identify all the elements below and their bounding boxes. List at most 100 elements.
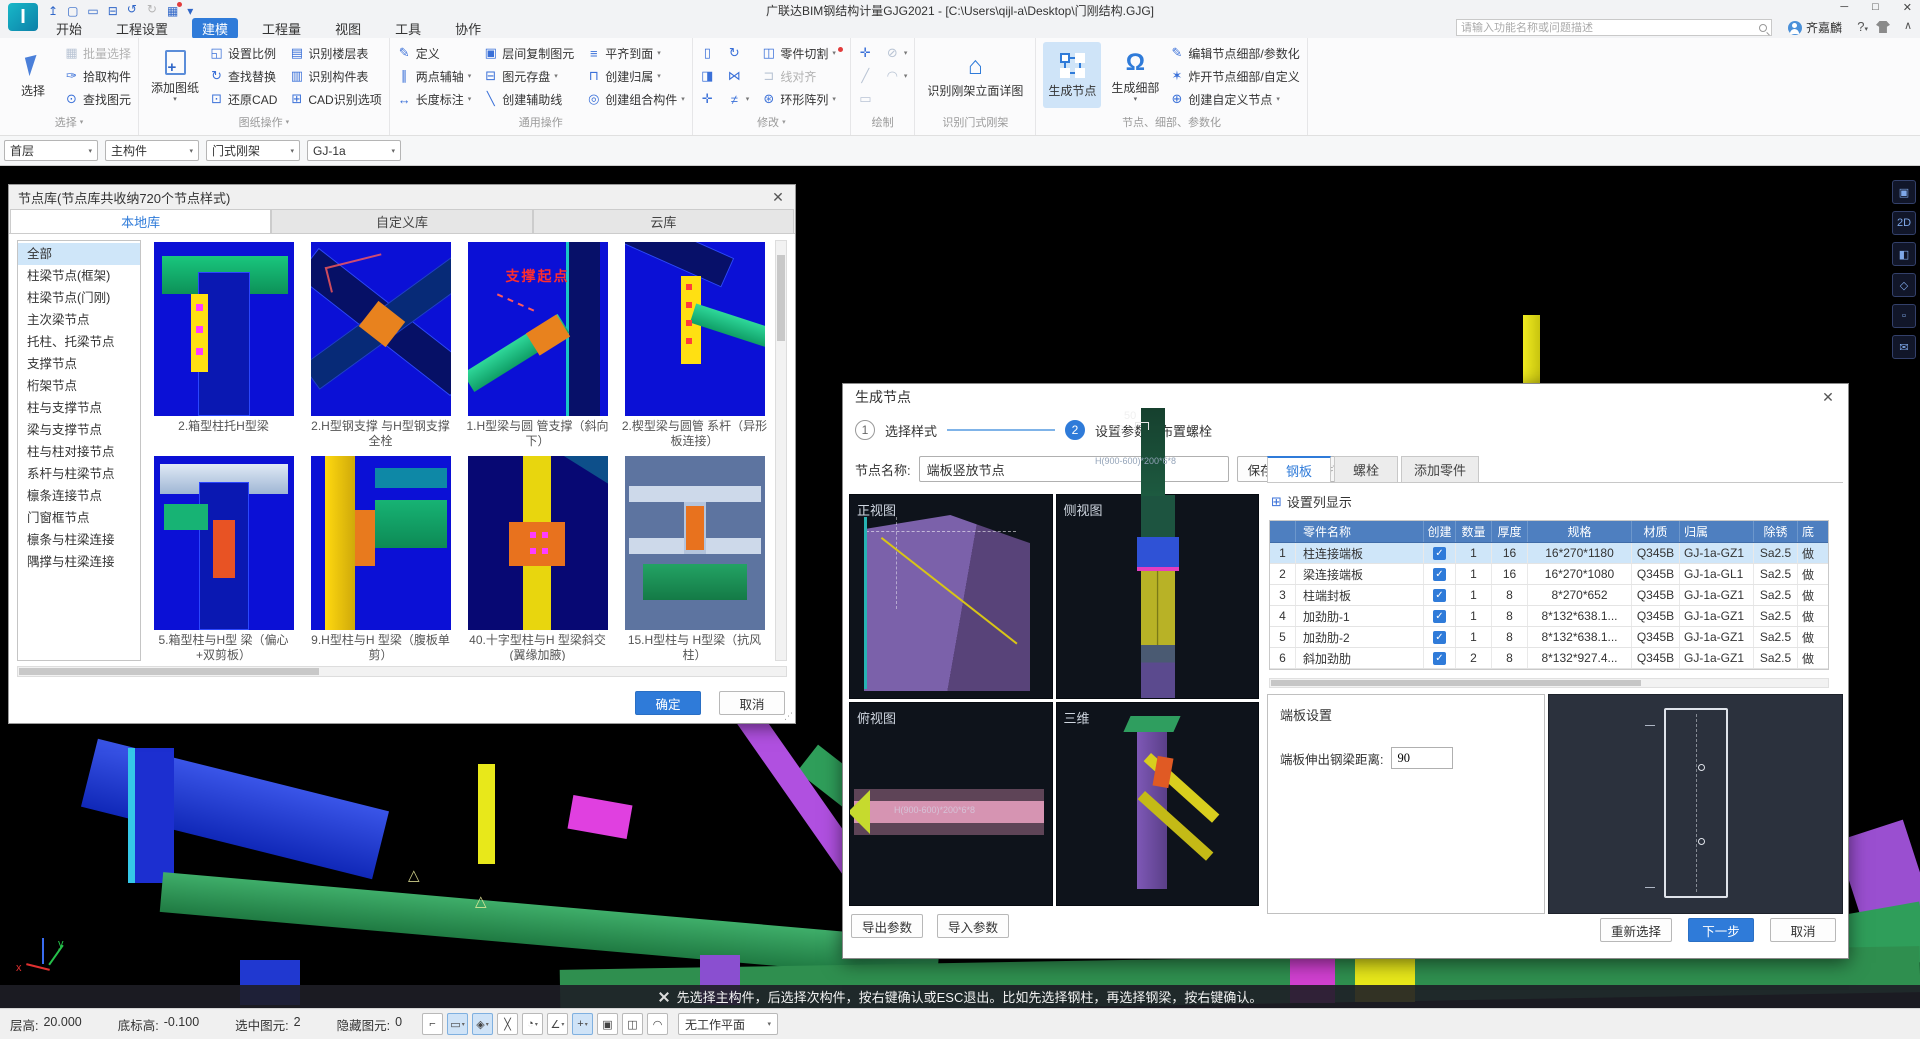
app-logo-icon[interactable]: I	[8, 3, 38, 31]
category-item[interactable]: 柱梁节点(框架)	[18, 265, 140, 287]
quick-access-button[interactable]: ↺	[127, 2, 138, 19]
group-label[interactable]: 节点、细部、参数化	[1043, 112, 1299, 132]
context-dropdown[interactable]: GJ-1a▾	[307, 140, 401, 161]
ok-button[interactable]: 确定	[635, 691, 701, 715]
parts-tab[interactable]: 添加零件	[1401, 456, 1479, 483]
node-style-item[interactable]: 40.十字型柱与H 型梁斜交(翼缘加腋)	[459, 454, 616, 661]
parts-tab[interactable]: 螺栓	[1334, 456, 1398, 483]
quick-access-button[interactable]: ▢	[67, 4, 78, 18]
checked-checkbox[interactable]	[1433, 652, 1446, 665]
help-menu[interactable]: ?▾	[1857, 19, 1868, 34]
ribbon-small-button[interactable]: ◠▾	[885, 65, 908, 87]
theme-skin-icon[interactable]	[1876, 21, 1890, 33]
group-label[interactable]: 识别门式刚架	[922, 112, 1028, 132]
generate-node-button[interactable]: 生成节点	[1043, 42, 1101, 108]
snap-tool-button[interactable]: ◔▾	[522, 1013, 543, 1035]
collapse-ribbon-icon[interactable]: ∧	[1904, 19, 1912, 32]
ribbon-small-button[interactable]: ≠▾	[727, 88, 750, 110]
category-item[interactable]: 门窗框节点	[18, 507, 140, 529]
menu-tab[interactable]: 建模	[192, 18, 238, 39]
ribbon-small-button[interactable]: ╲创建辅助线▾	[483, 88, 574, 110]
menu-tab[interactable]: 协作	[445, 18, 491, 39]
category-item[interactable]: 主次梁节点	[18, 309, 140, 331]
ribbon-small-button[interactable]: ▤识别楼层表▾	[289, 42, 381, 64]
menu-tab[interactable]: 开始	[46, 18, 92, 39]
context-dropdown[interactable]: 门式刚架▾	[206, 140, 300, 161]
group-label[interactable]: 绘制	[858, 112, 908, 132]
ribbon-small-button[interactable]: ◱设置比例▾	[209, 42, 277, 64]
table-row[interactable]: 6 斜加劲肋 2 8 8*132*927.4... Q345B GJ-1a-GZ…	[1270, 648, 1828, 669]
ribbon-small-button[interactable]: ▣层间复制图元▾	[483, 42, 574, 64]
scrollbar-thumb[interactable]	[19, 668, 319, 675]
view-tool-button[interactable]: ✉	[1892, 335, 1916, 359]
table-row[interactable]: 3 柱端封板 1 8 8*270*652 Q345B GJ-1a-GZ1 Sa2…	[1270, 585, 1828, 606]
category-item[interactable]: 全部	[18, 243, 140, 265]
group-label[interactable]: 选择▾	[7, 112, 131, 132]
quick-access-button[interactable]: ↥	[48, 4, 58, 18]
ribbon-small-button[interactable]: ▯▾	[700, 42, 715, 64]
node-style-item[interactable]: 2.箱型柱托H型梁	[145, 240, 302, 454]
maximize-button[interactable]: □	[1872, 1, 1879, 14]
ribbon-small-button[interactable]: ✎编辑节点细部/参数化▾	[1169, 42, 1299, 64]
ribbon-small-button[interactable]: ⋈▾	[727, 65, 750, 87]
ribbon-small-button[interactable]: ⊙查找图元▾	[64, 88, 131, 110]
view-tool-button[interactable]: ▫	[1892, 304, 1916, 328]
dialog-title-bar[interactable]: 节点库(节点库共收纳720个节点样式) ✕	[9, 185, 795, 209]
select-button[interactable]: 选择	[7, 42, 59, 108]
ribbon-small-button[interactable]: ⊐线对齐▾	[761, 65, 843, 87]
ribbon-small-button[interactable]: ▥识别构件表▾	[289, 65, 381, 87]
scrollbar-thumb[interactable]	[1271, 680, 1641, 686]
snap-tool-button[interactable]: ⌐▾	[422, 1013, 443, 1035]
export-params-button[interactable]: 导出参数	[851, 914, 923, 938]
category-item[interactable]: 隅撑与柱梁连接	[18, 551, 140, 573]
table-row[interactable]: 5 加劲肋-2 1 8 8*132*638.1... Q345B GJ-1a-G…	[1270, 627, 1828, 648]
cancel-button[interactable]: 取消	[1770, 918, 1836, 942]
view-tool-button[interactable]: ◇	[1892, 273, 1916, 297]
snap-tool-button[interactable]: ◫▾	[622, 1013, 643, 1035]
snap-tool-button[interactable]: ∠▾	[547, 1013, 568, 1035]
node-style-item[interactable]: 2.楔型梁与圆管 系杆（异形板连接）	[616, 240, 773, 454]
front-view[interactable]: 正视图	[849, 494, 1053, 699]
horizontal-scrollbar[interactable]	[17, 666, 787, 677]
close-icon[interactable]: ✕	[1820, 389, 1836, 406]
ribbon-small-button[interactable]: ⊛环形阵列▾	[761, 88, 843, 110]
ribbon-small-button[interactable]: ↻查找替换▾	[209, 65, 277, 87]
context-dropdown[interactable]: 首层▾	[4, 140, 98, 161]
ribbon-small-button[interactable]: ✶炸开节点细部/自定义▾	[1169, 65, 1299, 87]
import-params-button[interactable]: 导入参数	[937, 914, 1009, 938]
minimize-button[interactable]: ─	[1840, 1, 1848, 14]
category-item[interactable]: 檩条连接节点	[18, 485, 140, 507]
ribbon-small-button[interactable]: ↔长度标注▾	[397, 88, 472, 110]
side-view[interactable]: 侧视图	[1056, 494, 1260, 699]
ribbon-small-button[interactable]: ▭▾	[858, 88, 873, 110]
table-horizontal-scrollbar[interactable]	[1269, 678, 1829, 688]
table-row[interactable]: 2 梁连接端板 1 16 16*270*1080 Q345B GJ-1a-GL1…	[1270, 564, 1828, 585]
search-input[interactable]	[1461, 22, 1759, 34]
checked-checkbox[interactable]	[1433, 568, 1446, 581]
ribbon-small-button[interactable]: ◨▾	[700, 65, 715, 87]
table-row[interactable]: 1 柱连接端板 1 16 16*270*1180 Q345B GJ-1a-GZ1…	[1270, 543, 1828, 564]
view-tool-button[interactable]: 2D	[1892, 211, 1916, 235]
three-d-view[interactable]: 三维	[1056, 702, 1260, 907]
workplane-dropdown[interactable]: 无工作平面▾	[678, 1013, 778, 1035]
reselect-button[interactable]: 重新选择	[1600, 918, 1672, 942]
ribbon-small-button[interactable]: ∥两点辅轴▾	[397, 65, 472, 87]
library-tab[interactable]: 自定义库	[271, 209, 532, 233]
ribbon-small-button[interactable]: ▦批量选择▾	[64, 42, 131, 64]
category-item[interactable]: 梁与支撑节点	[18, 419, 140, 441]
group-label[interactable]: 修改▾	[700, 112, 843, 132]
ribbon-small-button[interactable]: ✛▾	[700, 88, 715, 110]
close-button[interactable]: ✕	[1903, 1, 1912, 14]
snap-tool-button[interactable]: ╳▾	[497, 1013, 518, 1035]
created-cell[interactable]	[1424, 585, 1456, 605]
library-tab[interactable]: 云库	[533, 209, 794, 233]
ribbon-small-button[interactable]: ◎创建组合构件▾	[586, 88, 685, 110]
top-view[interactable]: 俯视图 H(900-600)*200*6*8	[849, 702, 1053, 907]
node-style-item[interactable]: 支撑起点 1.H型梁与圆 管支撑（斜向下）	[459, 240, 616, 454]
quick-access-button[interactable]: ⊟	[108, 4, 118, 18]
snap-tool-button[interactable]: ◠▾	[647, 1013, 668, 1035]
ribbon-small-button[interactable]: ⊕创建自定义节点▾	[1169, 88, 1299, 110]
node-style-item[interactable]: 5.箱型柱与H型 梁（偏心+双剪板）	[145, 454, 302, 661]
category-item[interactable]: 托柱、托梁节点	[18, 331, 140, 353]
add-drawing-button[interactable]: 添加图纸 ▾	[146, 42, 204, 108]
